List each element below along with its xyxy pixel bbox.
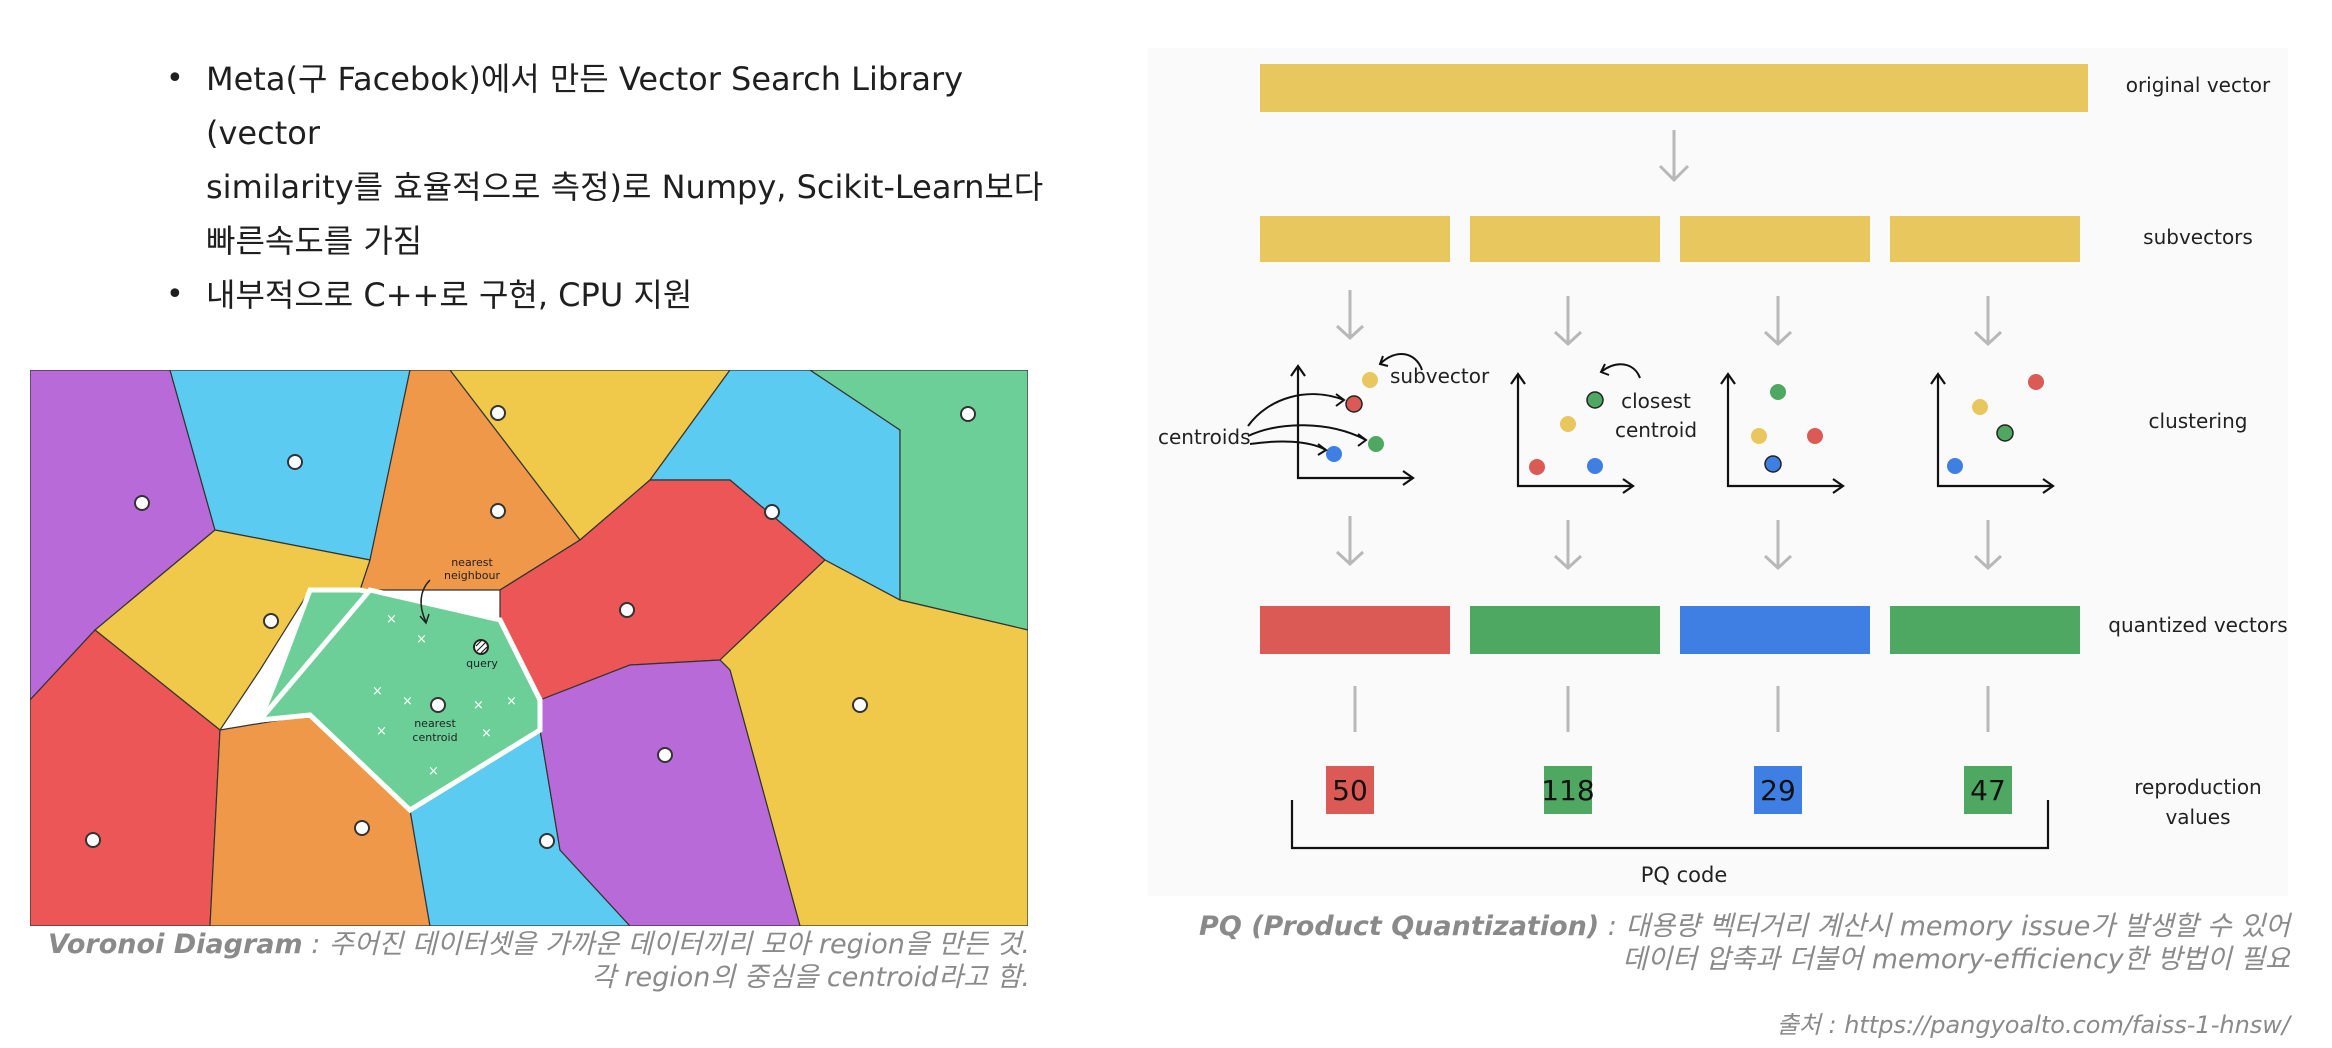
pq-diagram: original vector subvectors subvector cen… <box>1148 48 2288 896</box>
centroid-marker <box>539 833 555 849</box>
source-caption: 출처 : https://pangyoalto.com/faiss-1-hnsw… <box>1776 1011 2290 1039</box>
pq-caption-title: PQ (Product Quantization) <box>1199 911 1600 942</box>
quantized-vector <box>1680 606 1870 654</box>
cluster-point <box>1764 455 1782 473</box>
voronoi-caption: Voronoi Diagram : 주어진 데이터셋을 가까운 데이터끼리 모아… <box>30 928 1030 994</box>
subvector-block <box>1680 216 1870 262</box>
closest-centroid-annotation: closest <box>1621 389 1691 413</box>
data-point-x: × <box>376 724 387 739</box>
cluster-point <box>1770 384 1786 400</box>
voronoi-caption-text: : 주어진 데이터셋을 가까운 데이터끼리 모아 region을 만든 것. <box>302 929 1030 960</box>
bullet-line: 빠른속도를 가짐 <box>206 222 423 260</box>
cluster-point <box>1996 424 2014 442</box>
centroid-marker <box>619 602 635 618</box>
data-point-x: × <box>481 726 492 741</box>
code-value: 29 <box>1760 774 1796 807</box>
cluster-point <box>1560 416 1576 432</box>
voronoi-caption-title: Voronoi Diagram <box>47 929 303 960</box>
row-label-reproduction: reproduction <box>2134 775 2261 799</box>
cluster-point <box>1368 436 1384 452</box>
row-label-subvectors: subvectors <box>2143 225 2253 249</box>
row-label-quantized: quantized vectors <box>2108 613 2287 637</box>
data-point-x: × <box>473 698 484 713</box>
centroid-marker <box>430 697 446 713</box>
centroid-marker <box>490 503 506 519</box>
row-label-reproduction: values <box>2165 805 2230 829</box>
pq-caption-line: PQ (Product Quantization) : 대용량 벡터거리 계산시… <box>1180 910 2290 943</box>
bullet-line: similarity를 효율적으로 측정)로 Numpy, Scikit-Lea… <box>206 168 1044 206</box>
cluster-point <box>1587 458 1603 474</box>
centroid-marker <box>263 613 279 629</box>
bullet-line: Meta(구 Facebok)에서 만든 Vector Search Libra… <box>206 60 964 152</box>
cluster-point <box>2028 374 2044 390</box>
subvector-annotation: subvector <box>1390 364 1490 388</box>
row-label-clustering: clustering <box>2149 409 2248 433</box>
pq-caption: PQ (Product Quantization) : 대용량 벡터거리 계산시… <box>1180 910 2290 976</box>
bullet-line: 내부적으로 C++로 구현, CPU 지원 <box>206 276 693 314</box>
code-value: 47 <box>1970 774 2006 807</box>
pq-code-label: PQ code <box>1641 863 1728 887</box>
centroid-marker <box>490 405 506 421</box>
data-point-x: × <box>402 694 413 709</box>
query-label: query <box>466 657 498 670</box>
bullet-item: 내부적으로 C++로 구현, CPU 지원 <box>160 268 1060 322</box>
cluster-point <box>1751 428 1767 444</box>
centroid-marker <box>657 747 673 763</box>
original-vector <box>1260 64 2088 112</box>
quantized-vector <box>1470 606 1660 654</box>
code-value: 50 <box>1332 774 1368 807</box>
quantized-vector <box>1260 606 1450 654</box>
data-point-x: × <box>428 764 439 779</box>
cluster-point <box>1947 458 1963 474</box>
row-label-original: original vector <box>2126 73 2271 97</box>
nearest-centroid-label: centroid <box>412 731 457 744</box>
data-point-x: × <box>372 684 383 699</box>
nearest-centroid-label: nearest <box>414 717 456 730</box>
cluster-point <box>1807 428 1823 444</box>
voronoi-diagram: × × × × × × × × × nearest neighbour quer… <box>30 370 1028 926</box>
pq-caption-line: 데이터 압축과 더불어 memory-efficiency한 방법이 필요 <box>1622 944 2290 975</box>
nearest-neighbour-label: neighbour <box>444 569 500 582</box>
data-point-x: × <box>416 632 427 647</box>
bullet-list: Meta(구 Facebok)에서 만든 Vector Search Libra… <box>160 52 1060 322</box>
cluster-point <box>1972 399 1988 415</box>
quantized-vector <box>1890 606 2080 654</box>
pq-caption-text: : 대용량 벡터거리 계산시 memory issue가 발생할 수 있어 <box>1599 911 2290 942</box>
centroid-marker <box>85 832 101 848</box>
centroid-marker <box>764 504 780 520</box>
bullet-item: Meta(구 Facebok)에서 만든 Vector Search Libra… <box>160 52 1060 268</box>
closest-centroid-annotation: centroid <box>1615 418 1697 442</box>
centroid-marker <box>287 454 303 470</box>
cluster-point <box>1362 372 1378 388</box>
cluster-point <box>1586 391 1604 409</box>
cluster-point <box>1326 446 1342 462</box>
subvector-block <box>1470 216 1660 262</box>
voronoi-caption-line: Voronoi Diagram : 주어진 데이터셋을 가까운 데이터끼리 모아… <box>30 928 1030 961</box>
data-point-x: × <box>506 694 517 709</box>
cluster-point <box>1529 459 1545 475</box>
subvector-block <box>1890 216 2080 262</box>
data-point-x: × <box>386 612 397 627</box>
code-value: 118 <box>1541 774 1594 807</box>
cluster-point <box>1345 395 1363 413</box>
subvector-block <box>1260 216 1450 262</box>
voronoi-caption-line: 각 region의 중심을 centroid라고 함. <box>590 962 1030 993</box>
centroid-marker <box>354 820 370 836</box>
centroid-marker <box>134 495 150 511</box>
centroids-annotation: centroids <box>1158 425 1251 449</box>
centroid-marker <box>960 406 976 422</box>
centroid-marker <box>852 697 868 713</box>
nearest-neighbour-label: nearest <box>451 556 493 569</box>
